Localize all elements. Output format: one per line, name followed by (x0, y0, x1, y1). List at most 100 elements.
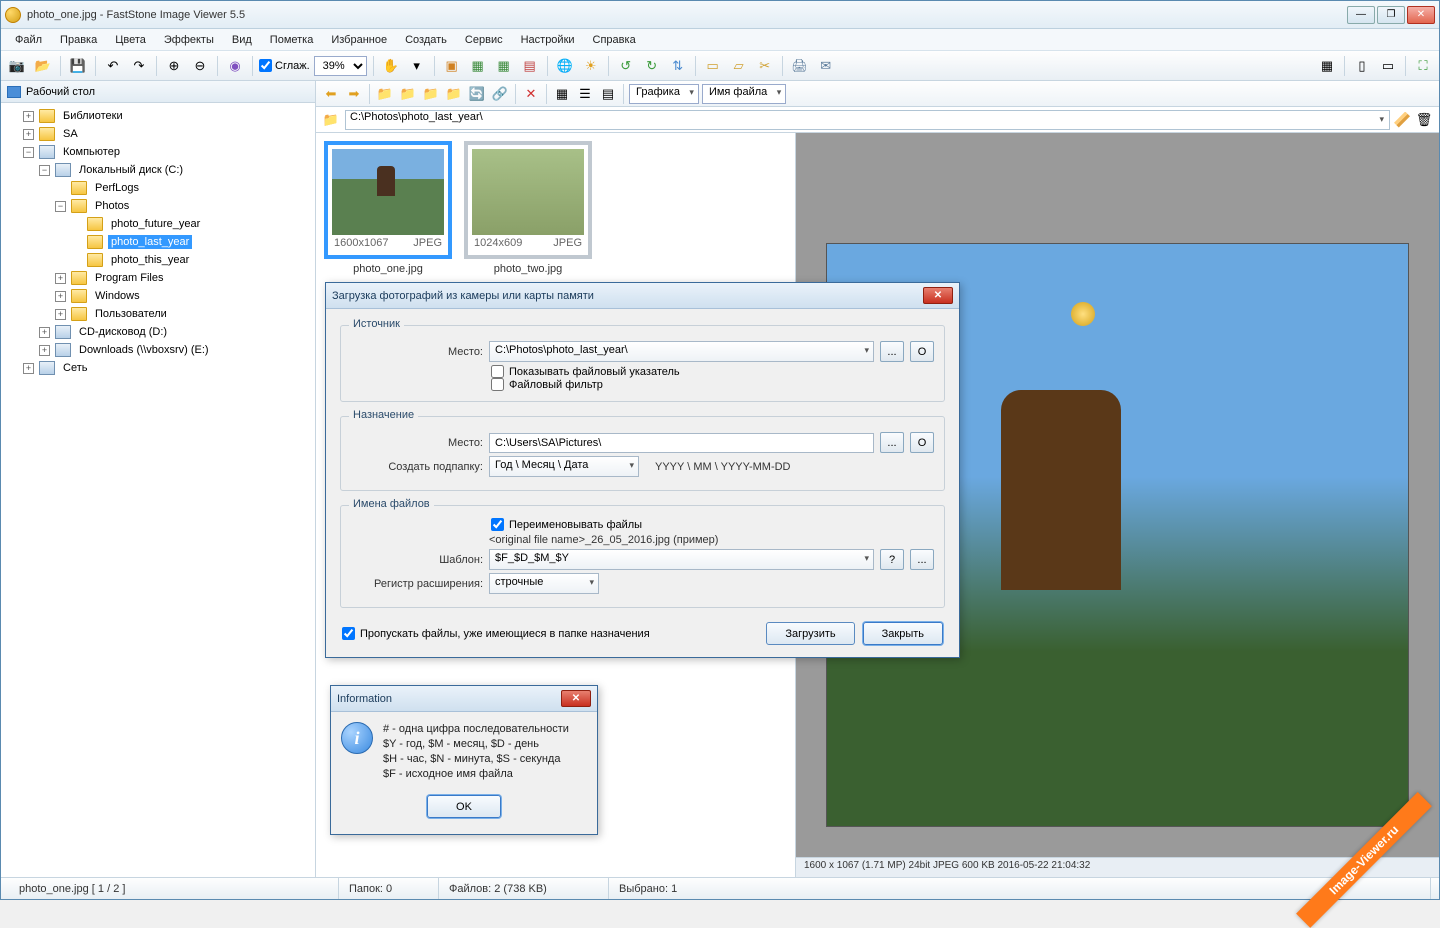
compare-icon[interactable]: ▦ (467, 55, 489, 77)
sun-icon[interactable]: ☀ (580, 55, 602, 77)
save-icon[interactable]: 💾 (67, 55, 89, 77)
open-icon[interactable]: 📂 (32, 55, 54, 77)
menu-избранное[interactable]: Избранное (323, 32, 395, 48)
undo-icon[interactable]: ↶ (102, 55, 124, 77)
menu-пометка[interactable]: Пометка (262, 32, 322, 48)
menu-сервис[interactable]: Сервис (457, 32, 511, 48)
tree-expand-icon[interactable]: − (55, 201, 66, 212)
view-details-icon[interactable]: ☰ (575, 84, 595, 104)
fullscreen-icon[interactable]: ◉ (224, 55, 246, 77)
file-filter-checkbox[interactable]: Файловый фильтр (491, 378, 934, 391)
tree-node[interactable]: −Локальный диск (C:) (1, 161, 315, 179)
tree-expand-icon[interactable]: + (23, 129, 34, 140)
trash-icon[interactable]: 🗑 (1414, 110, 1434, 130)
menu-создать[interactable]: Создать (397, 32, 455, 48)
camera-icon[interactable]: 📷 (6, 55, 28, 77)
tree-node[interactable]: +Windows (1, 287, 315, 305)
tree-expand-icon[interactable]: + (55, 273, 66, 284)
tree-node[interactable]: photo_future_year (1, 215, 315, 233)
layout2-icon[interactable]: ▭ (1377, 55, 1399, 77)
info-ok-button[interactable]: OK (427, 795, 501, 818)
zoom-select[interactable]: 39% (314, 56, 367, 76)
delete-icon[interactable]: ✕ (521, 84, 541, 104)
close-button[interactable]: ✕ (1407, 6, 1435, 24)
rename-checkbox[interactable]: Переименовывать файлы (491, 518, 934, 531)
smooth-checkbox[interactable]: Сглаж. (259, 59, 310, 72)
tree-node[interactable]: photo_last_year (1, 233, 315, 251)
source-path-combo[interactable]: C:\Photos\photo_last_year\ (489, 341, 874, 362)
tree-expand-icon[interactable]: + (23, 363, 34, 374)
case-combo[interactable]: строчные (489, 573, 599, 594)
tree-node[interactable]: −Компьютер (1, 143, 315, 161)
folder-tree[interactable]: +Библиотеки+SA−Компьютер−Локальный диск … (1, 103, 315, 877)
menu-настройки[interactable]: Настройки (513, 32, 583, 48)
rotate-right-icon[interactable]: ↻ (641, 55, 663, 77)
rotate-left-icon[interactable]: ↺ (615, 55, 637, 77)
crop-icon[interactable]: ✂ (754, 55, 776, 77)
grid-icon[interactable]: ▦ (493, 55, 515, 77)
tree-node[interactable]: +CD-дисковод (D:) (1, 323, 315, 341)
flip-icon[interactable]: ⇅ (667, 55, 689, 77)
print-icon[interactable]: 🖨 (789, 55, 811, 77)
load-button[interactable]: Загрузить (766, 622, 854, 645)
tree-node[interactable]: +Downloads (\\vboxsrv) (E:) (1, 341, 315, 359)
fit-icon[interactable]: ⛶ (1412, 55, 1434, 77)
fav-folder-icon[interactable]: 📁 (421, 84, 441, 104)
copy-folder-icon[interactable]: 📁 (444, 84, 464, 104)
dest-path-input[interactable] (489, 433, 874, 453)
tree-header[interactable]: Рабочий стол (1, 81, 315, 103)
layout1-icon[interactable]: ▯ (1351, 55, 1373, 77)
tree-node[interactable]: +Библиотеки (1, 107, 315, 125)
back-icon[interactable]: ⬅ (321, 84, 341, 104)
slideshow-icon[interactable]: ▣ (441, 55, 463, 77)
path-input[interactable]: C:\Photos\photo_last_year\ (345, 110, 1390, 130)
zoom-out-icon[interactable]: ⊖ (189, 55, 211, 77)
link-icon[interactable]: 🔗 (490, 84, 510, 104)
sort-by-select[interactable]: Имя файла (702, 84, 786, 104)
template-browse-button[interactable]: ... (910, 549, 934, 570)
tree-node[interactable]: +SA (1, 125, 315, 143)
menu-цвета[interactable]: Цвета (107, 32, 154, 48)
tree-expand-icon[interactable]: + (39, 327, 50, 338)
arrow-dropdown[interactable]: ▾ (406, 55, 428, 77)
menu-справка[interactable]: Справка (585, 32, 644, 48)
forward-icon[interactable]: ➡ (344, 84, 364, 104)
tree-expand-icon[interactable]: + (39, 345, 50, 356)
refresh-folder-icon[interactable]: 🔄 (467, 84, 487, 104)
zoom-in-icon[interactable]: ⊕ (163, 55, 185, 77)
maximize-button[interactable]: ❐ (1377, 6, 1405, 24)
thumbnails-view-icon[interactable]: ▦ (1316, 55, 1338, 77)
source-open-button[interactable]: O (910, 341, 934, 362)
tree-node[interactable]: photo_this_year (1, 251, 315, 269)
subfolder-combo[interactable]: Год \ Месяц \ Дата (489, 456, 639, 477)
tree-node[interactable]: +Пользователи (1, 305, 315, 323)
contact-sheet-icon[interactable]: ▤ (519, 55, 541, 77)
dest-browse-button[interactable]: ... (880, 432, 904, 453)
dialog-titlebar[interactable]: Загрузка фотографий из камеры или карты … (326, 283, 959, 309)
pencil-icon[interactable] (1394, 112, 1410, 128)
globe-icon[interactable]: 🌐 (554, 55, 576, 77)
minimize-button[interactable]: — (1347, 6, 1375, 24)
up-folder-icon[interactable]: 📁 (375, 84, 395, 104)
skip-existing-checkbox[interactable]: Пропускать файлы, уже имеющиеся в папке … (342, 627, 650, 640)
tree-expand-icon[interactable]: + (55, 309, 66, 320)
menu-правка[interactable]: Правка (52, 32, 105, 48)
menu-вид[interactable]: Вид (224, 32, 260, 48)
menu-файл[interactable]: Файл (7, 32, 50, 48)
dest-open-button[interactable]: O (910, 432, 934, 453)
template-help-button[interactable]: ? (880, 549, 904, 570)
canvas-icon[interactable]: ▱ (728, 55, 750, 77)
tree-expand-icon[interactable]: + (55, 291, 66, 302)
tree-node[interactable]: −Photos (1, 197, 315, 215)
show-pointer-checkbox[interactable]: Показывать файловый указатель (491, 365, 934, 378)
view-list-icon[interactable]: ▦ (552, 84, 572, 104)
email-icon[interactable]: ✉ (815, 55, 837, 77)
redo-icon[interactable]: ↷ (128, 55, 150, 77)
view-tiles-icon[interactable]: ▤ (598, 84, 618, 104)
resize-icon[interactable]: ▭ (702, 55, 724, 77)
template-combo[interactable]: $F_$D_$M_$Y (489, 549, 874, 570)
tree-expand-icon[interactable]: − (39, 165, 50, 176)
tree-node[interactable]: PerfLogs (1, 179, 315, 197)
tree-expand-icon[interactable]: + (23, 111, 34, 122)
menu-эффекты[interactable]: Эффекты (156, 32, 222, 48)
